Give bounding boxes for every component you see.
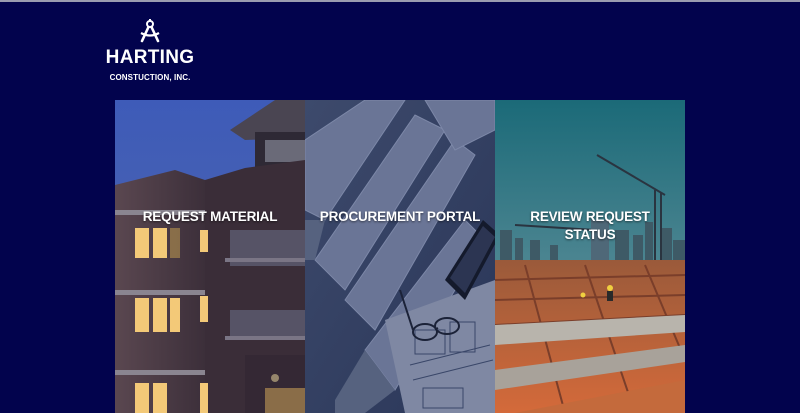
tile-request-material[interactable]: REQUEST MATERIAL bbox=[115, 100, 305, 413]
tile-review-request-status[interactable]: REVIEW REQUEST STATUS bbox=[495, 100, 685, 413]
brand-logo[interactable]: HARTING CONSTUCTION, INC. bbox=[100, 18, 200, 82]
construction-site-image bbox=[495, 100, 685, 413]
window-top-border bbox=[0, 0, 800, 2]
brand-name: HARTING bbox=[105, 47, 195, 68]
tile-label-review-request-status: REVIEW REQUEST STATUS bbox=[530, 209, 650, 242]
action-tiles: REQUEST MATERIAL PROCUREMENT PORTAL REVI… bbox=[115, 100, 685, 413]
tile-label-request-material: REQUEST MATERIAL bbox=[142, 209, 278, 224]
brand-subtitle: CONSTUCTION, INC. bbox=[109, 73, 191, 82]
tile-procurement-portal[interactable]: PROCUREMENT PORTAL bbox=[305, 100, 495, 413]
compass-icon bbox=[140, 19, 160, 43]
tile-label-procurement-portal: PROCUREMENT PORTAL bbox=[319, 209, 481, 224]
apartment-building-image bbox=[115, 100, 305, 413]
blueprints-image bbox=[305, 100, 495, 413]
